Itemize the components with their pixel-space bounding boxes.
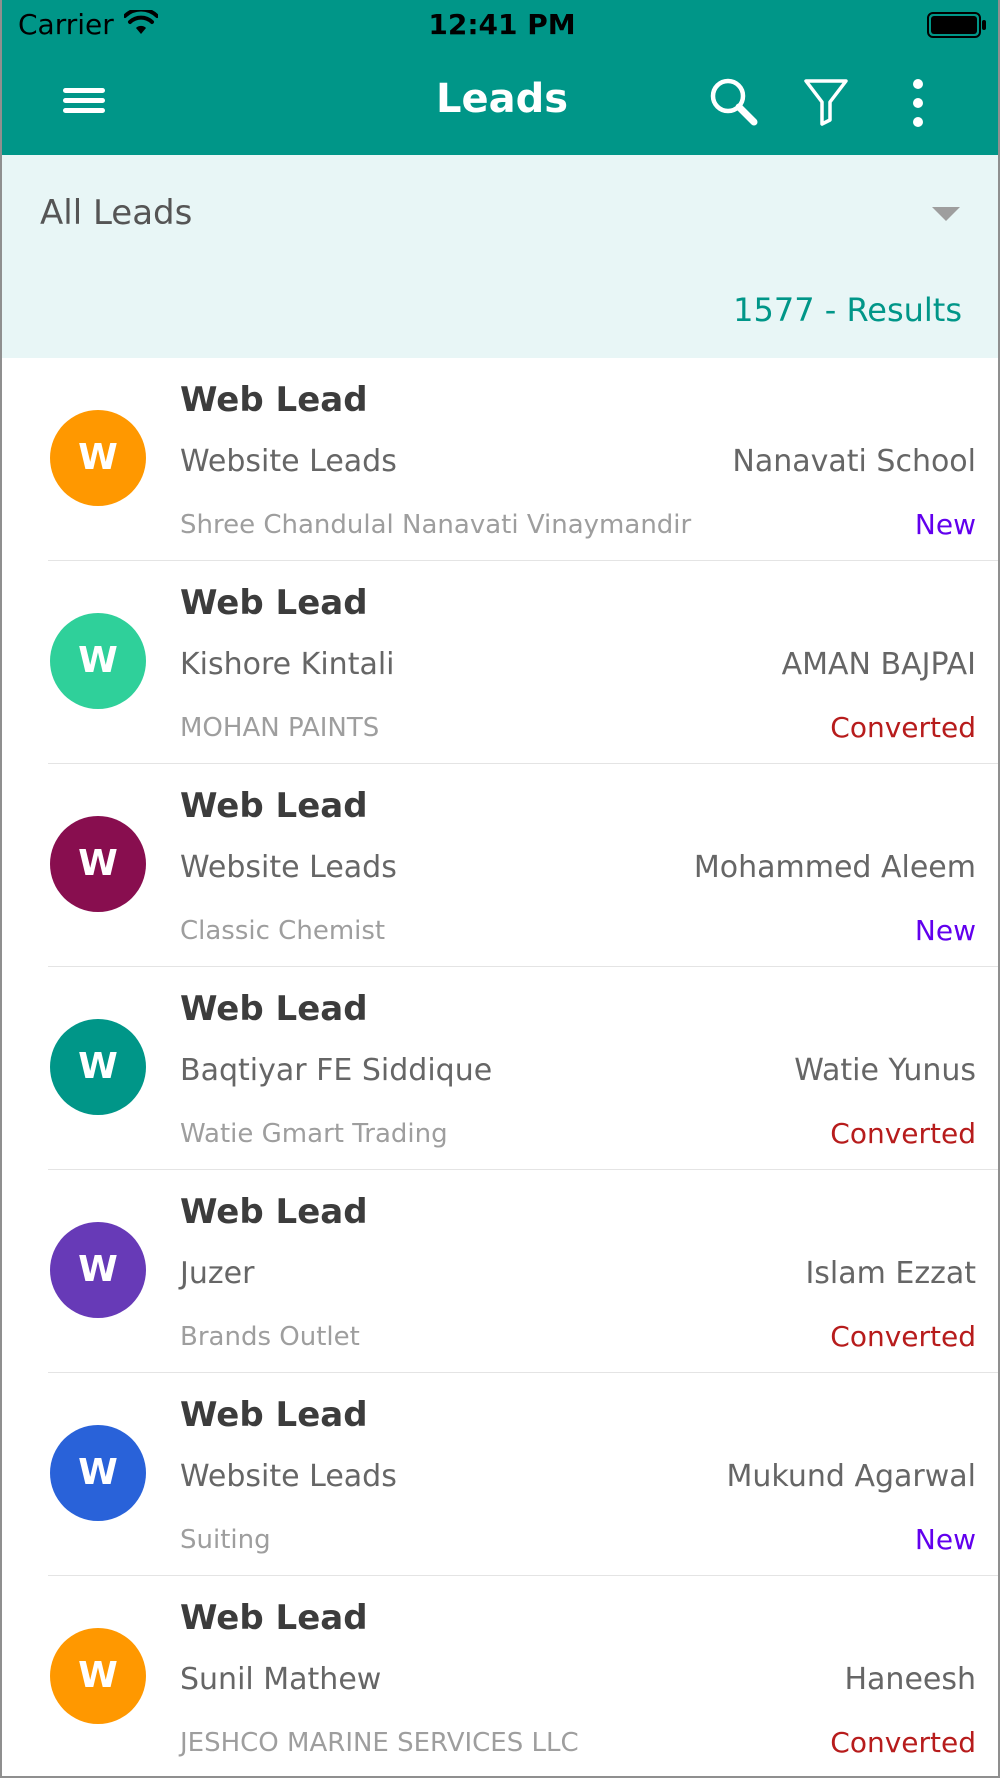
lead-row[interactable]: W Web Lead Website Leads Nanavati School Shr… <box>2 358 998 561</box>
lead-company: JESHCO MARINE SERVICES LLC <box>180 1728 579 1758</box>
clock: 12:41 PM <box>428 8 576 41</box>
filter-panel: All Leads 1577 - Results <box>2 155 998 358</box>
lead-name: Juzer <box>180 1256 255 1291</box>
lead-source-title: Web Lead <box>180 989 368 1029</box>
lead-source-title: Web Lead <box>180 1192 368 1232</box>
filter-icon[interactable] <box>802 76 850 128</box>
lead-row[interactable]: W Web Lead Baqtiyar FE Siddique Watie Yunus… <box>2 967 998 1170</box>
lead-owner: Islam Ezzat <box>805 1256 976 1291</box>
lead-owner: Mukund Agarwal <box>726 1459 977 1494</box>
lead-owner: Watie Yunus <box>794 1053 976 1088</box>
lead-name: Website Leads <box>180 1459 397 1494</box>
app-header: Carrier 12:41 PM Leads <box>2 0 998 155</box>
status-bar: Carrier 12:41 PM <box>2 0 998 50</box>
lead-name: Kishore Kintali <box>180 647 395 682</box>
lead-company: Classic Chemist <box>180 916 386 946</box>
status-badge: New <box>914 1523 976 1556</box>
search-icon[interactable] <box>706 76 762 132</box>
lead-row[interactable]: W Web Lead Sunil Mathew Haneesh JESHCO MARIN… <box>2 1576 998 1776</box>
battery-icon <box>927 12 986 38</box>
lead-company: Watie Gmart Trading <box>180 1119 448 1149</box>
status-badge: New <box>914 508 976 541</box>
lead-name: Website Leads <box>180 850 397 885</box>
page-title: Leads <box>435 76 569 122</box>
avatar: W <box>50 1628 146 1724</box>
app-screen: Carrier 12:41 PM Leads All Leads 1577 - … <box>0 0 1000 1778</box>
avatar: W <box>50 613 146 709</box>
status-badge: Converted <box>830 1117 976 1150</box>
lead-row[interactable]: W Web Lead Juzer Islam Ezzat Brands Outlet Co… <box>2 1170 998 1373</box>
lead-company: Suiting <box>180 1525 271 1555</box>
lead-source-title: Web Lead <box>180 380 368 420</box>
lead-name: Baqtiyar FE Siddique <box>180 1053 493 1088</box>
status-badge: Converted <box>830 1320 976 1353</box>
avatar: W <box>50 410 146 506</box>
lead-view-selected: All Leads <box>40 193 193 233</box>
status-badge: New <box>914 914 976 947</box>
lead-name: Website Leads <box>180 444 397 479</box>
lead-row[interactable]: W Web Lead Website Leads Mohammed Aleem Clas… <box>2 764 998 967</box>
lead-source-title: Web Lead <box>180 786 368 826</box>
avatar: W <box>50 1425 146 1521</box>
lead-row[interactable]: W Web Lead Website Leads Mukund Agarwal Suit… <box>2 1373 998 1576</box>
avatar: W <box>50 816 146 912</box>
lead-owner: AMAN BAJPAI <box>781 647 976 682</box>
lead-list: W Web Lead Website Leads Nanavati School Shr… <box>2 358 998 1776</box>
chevron-down-icon <box>932 207 960 221</box>
lead-owner: Nanavati School <box>732 444 976 479</box>
lead-name: Sunil Mathew <box>180 1662 382 1697</box>
more-options-icon[interactable] <box>898 76 938 130</box>
lead-company: MOHAN PAINTS <box>180 713 380 743</box>
results-count: 1577 - Results <box>733 291 962 329</box>
lead-company: Brands Outlet <box>180 1322 360 1352</box>
lead-row[interactable]: W Web Lead Kishore Kintali AMAN BAJPAI MOHAN… <box>2 561 998 764</box>
lead-owner: Haneesh <box>844 1662 976 1697</box>
avatar: W <box>50 1222 146 1318</box>
avatar: W <box>50 1019 146 1115</box>
lead-source-title: Web Lead <box>180 1598 368 1638</box>
lead-source-title: Web Lead <box>180 583 368 623</box>
lead-company: Shree Chandulal Nanavati Vinaymandir <box>180 510 692 540</box>
lead-source-title: Web Lead <box>180 1395 368 1435</box>
lead-view-dropdown[interactable]: All Leads <box>2 155 998 265</box>
status-badge: Converted <box>830 1726 976 1759</box>
lead-owner: Mohammed Aleem <box>693 850 976 885</box>
status-badge: Converted <box>830 711 976 744</box>
